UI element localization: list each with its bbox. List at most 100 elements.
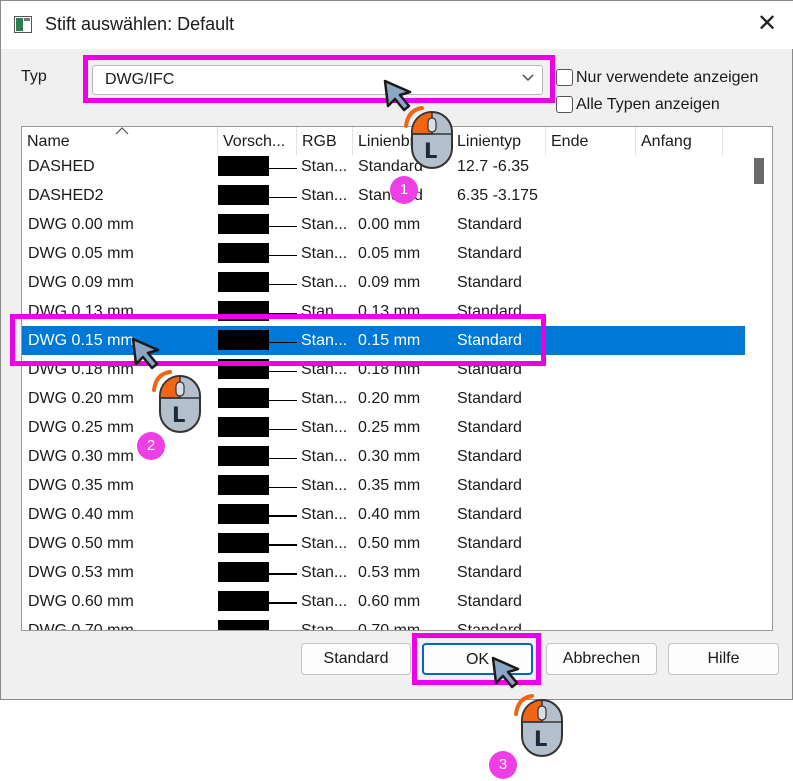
cell-line-width: 0.25 mm	[358, 419, 421, 436]
cell-rgb: Stan...	[301, 158, 348, 175]
cell-name: DWG 0.40 mm	[28, 506, 134, 523]
table-row[interactable]: DWG 0.50 mm Stan... 0.50 mm Standard	[22, 529, 745, 558]
cell-line-type: Standard	[457, 216, 522, 233]
cell-line-width: 0.20 mm	[358, 390, 421, 407]
cell-name: DWG 0.05 mm	[28, 245, 134, 262]
pen-preview-line	[269, 428, 297, 430]
cell-rgb: Stan...	[301, 448, 348, 465]
cell-name: DWG 0.00 mm	[28, 216, 134, 233]
pen-preview-line	[269, 486, 297, 488]
table-row[interactable]: DWG 0.70 mm Stan... 0.70 mm Standard	[22, 616, 745, 631]
cell-line-type: 6.35 -3.175	[457, 187, 538, 204]
table-row[interactable]: DASHED2Stan...Standard6.35 -3.175	[22, 181, 745, 210]
all-types-label: Alle Typen anzeigen	[576, 96, 720, 113]
help-button[interactable]: Hilfe	[668, 643, 779, 675]
table-row[interactable]: DWG 0.53 mm Stan... 0.53 mm Standard	[22, 558, 745, 587]
pen-preview-line	[269, 399, 297, 401]
cell-line-type: Standard	[457, 535, 522, 552]
pen-preview-swatch	[218, 185, 269, 205]
table-row[interactable]: DWG 0.05 mm Stan... 0.05 mm Standard	[22, 239, 745, 268]
cell-name: DWG 0.70 mm	[28, 622, 134, 631]
standard-button[interactable]: Standard	[301, 643, 411, 675]
cell-line-type: Standard	[457, 506, 522, 523]
table-row[interactable]: DASHED Stan... Standard 12.7 -6.35	[22, 152, 745, 181]
cell-rgb: Stan...	[301, 274, 348, 291]
all-types-checkbox[interactable]	[556, 96, 573, 113]
mouse-button-letter: L	[534, 727, 548, 751]
cell-rgb: Stan...	[301, 216, 348, 233]
cell-line-width: 0.30 mm	[358, 448, 421, 465]
scrollbar-thumb[interactable]	[754, 158, 764, 184]
table-row[interactable]: DWG 0.09 mm Stan... 0.09 mm Standard	[22, 268, 745, 297]
pen-preview-swatch	[218, 562, 269, 582]
highlight-typ-dropdown	[83, 55, 555, 103]
pen-preview-swatch	[218, 417, 269, 437]
pointer-cursor-icon	[491, 656, 520, 689]
only-used-checkbox[interactable]	[556, 69, 573, 86]
pen-preview-line	[269, 196, 297, 198]
column-header-end[interactable]: Ende	[546, 127, 636, 155]
pen-preview-swatch	[218, 446, 269, 466]
cell-line-width: 0.50 mm	[358, 535, 421, 552]
mouse-button-letter: L	[424, 139, 438, 163]
cell-rgb: Stan...	[301, 593, 348, 610]
table-row[interactable]: DWG 0.35 mm Stan... 0.35 mm Standard	[22, 471, 745, 500]
table-row[interactable]: DWG 0.30 mm Stan... 0.30 mm Standard	[22, 442, 745, 471]
cell-line-width: 0.09 mm	[358, 274, 421, 291]
cell-rgb: Stan...	[301, 245, 348, 262]
pen-preview-line	[269, 167, 297, 169]
pen-preview-swatch	[218, 504, 269, 524]
pen-preview-swatch	[218, 272, 269, 292]
pen-preview-line	[269, 544, 297, 546]
column-header-preview[interactable]: Vorsch...	[218, 127, 297, 155]
cell-line-width: 0.35 mm	[358, 477, 421, 494]
cell-name: DWG 0.09 mm	[28, 274, 134, 291]
table-row[interactable]: DWG 0.60 mm Stan... 0.60 mm Standard	[22, 587, 745, 616]
cancel-button[interactable]: Abbrechen	[546, 643, 657, 675]
cell-rgb: Stan...	[301, 419, 348, 436]
table-row[interactable]: DWG 0.20 mm Stan... 0.20 mm Standard	[22, 384, 745, 413]
list-header: Name Vorsch... RGB Linienbreite Linienty…	[22, 127, 744, 155]
cell-line-type: Standard	[457, 477, 522, 494]
cell-line-width: 0.70 mm	[358, 622, 421, 631]
close-icon[interactable]: ✕	[753, 9, 781, 39]
column-header-start[interactable]: Anfang	[636, 127, 723, 155]
table-row[interactable]: DWG 0.40 mm Stan... 0.40 mm Standard	[22, 500, 745, 529]
cell-name: DWG 0.35 mm	[28, 477, 134, 494]
pointer-cursor-icon	[131, 337, 160, 370]
highlight-selected-row	[10, 314, 546, 366]
pen-preview-line	[269, 515, 297, 517]
table-row[interactable]: DWG 0.00 mm Stan... 0.00 mm Standard	[22, 210, 745, 239]
pen-preview-swatch	[218, 388, 269, 408]
mouse-button-letter: L	[172, 403, 186, 427]
cell-line-type: Standard	[457, 564, 522, 581]
column-header-line-type[interactable]: Linientyp	[452, 127, 546, 155]
cell-line-type: Standard	[457, 448, 522, 465]
pen-preview-swatch	[218, 533, 269, 553]
cell-name: DWG 0.30 mm	[28, 448, 134, 465]
cell-line-width: 0.53 mm	[358, 564, 421, 581]
column-header-rgb[interactable]: RGB	[297, 127, 353, 155]
step-badge-2: 2	[137, 432, 165, 460]
pen-preview-line	[269, 283, 297, 285]
app-icon	[14, 16, 32, 33]
only-used-label: Nur verwendete anzeigen	[576, 69, 759, 86]
table-row[interactable]: DWG 0.25 mm Stan... 0.25 mm Standard	[22, 413, 745, 442]
cell-line-type: Standard	[457, 593, 522, 610]
step-badge-3: 3	[489, 751, 517, 779]
mouse-left-click-icon: L	[400, 102, 460, 172]
pen-preview-swatch	[218, 620, 269, 630]
mouse-left-click-icon: L	[148, 366, 208, 436]
cell-name: DASHED	[28, 158, 95, 175]
pen-preview-swatch	[218, 243, 269, 263]
cell-name: DWG 0.60 mm	[28, 593, 134, 610]
sort-ascending-icon	[115, 127, 129, 135]
pen-preview-line	[269, 602, 297, 604]
pen-preview-line	[269, 225, 297, 227]
cell-rgb: Stan...	[301, 535, 348, 552]
pen-preview-swatch	[218, 591, 269, 611]
cell-line-type: Standard	[457, 622, 522, 631]
vertical-scrollbar[interactable]	[745, 127, 772, 630]
cell-rgb: Stan...	[301, 506, 348, 523]
cell-line-width: 0.60 mm	[358, 593, 421, 610]
